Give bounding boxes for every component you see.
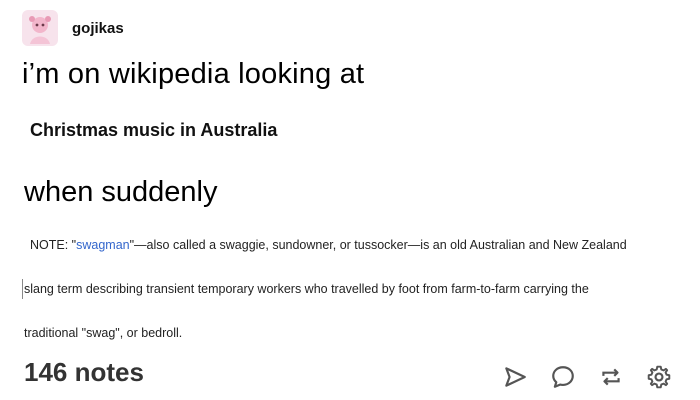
share-icon [505, 367, 526, 387]
note-line-2: slang term describing transient temporar… [24, 282, 589, 296]
reply-button[interactable] [548, 362, 578, 392]
swagman-link[interactable]: swagman [76, 238, 130, 252]
post-actions [482, 362, 674, 392]
notes-count[interactable]: 146 notes [24, 357, 144, 388]
avatar-image [22, 10, 58, 46]
screenshot-article-title: Christmas music in Australia [30, 120, 278, 140]
avatar[interactable] [22, 10, 58, 46]
post-text-line-1: i’m on wikipedia looking at [22, 58, 365, 90]
gear-icon [647, 365, 671, 389]
post-header: gojikas [22, 10, 124, 46]
text-cursor-bar [22, 279, 23, 299]
settings-button[interactable] [644, 362, 674, 392]
reblog-icon [602, 368, 620, 386]
note-prefix: NOTE: " [30, 238, 77, 252]
note-line-1-rest: "—also called a swaggie, sundowner, or t… [129, 238, 627, 252]
share-button[interactable] [500, 362, 530, 392]
note-line-3: traditional "swag", or bedroll. [24, 326, 183, 340]
username[interactable]: gojikas [72, 20, 124, 37]
note-line-1: NOTE: "swagman"—also called a swaggie, s… [30, 238, 627, 252]
reply-icon [552, 366, 574, 388]
post-text-line-2: when suddenly [24, 176, 218, 208]
reblog-button[interactable] [596, 362, 626, 392]
